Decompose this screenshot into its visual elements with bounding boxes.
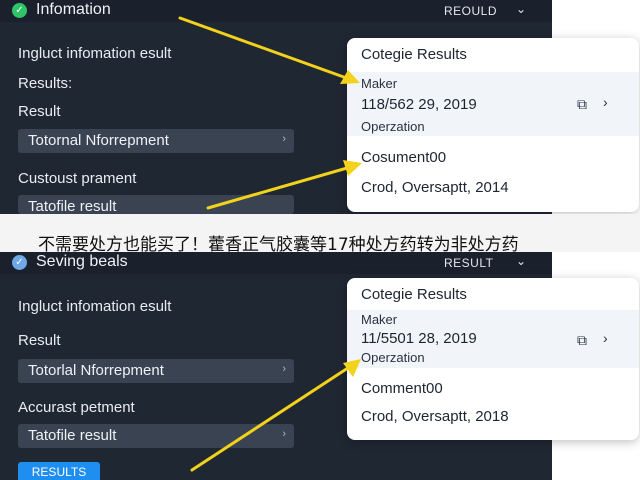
arrow-top-1 xyxy=(178,16,354,82)
arrow-top-2 xyxy=(206,164,356,210)
arrow-bottom-1 xyxy=(190,362,356,472)
annotation-arrows xyxy=(178,16,362,472)
arrow-top-2-head xyxy=(343,160,362,176)
